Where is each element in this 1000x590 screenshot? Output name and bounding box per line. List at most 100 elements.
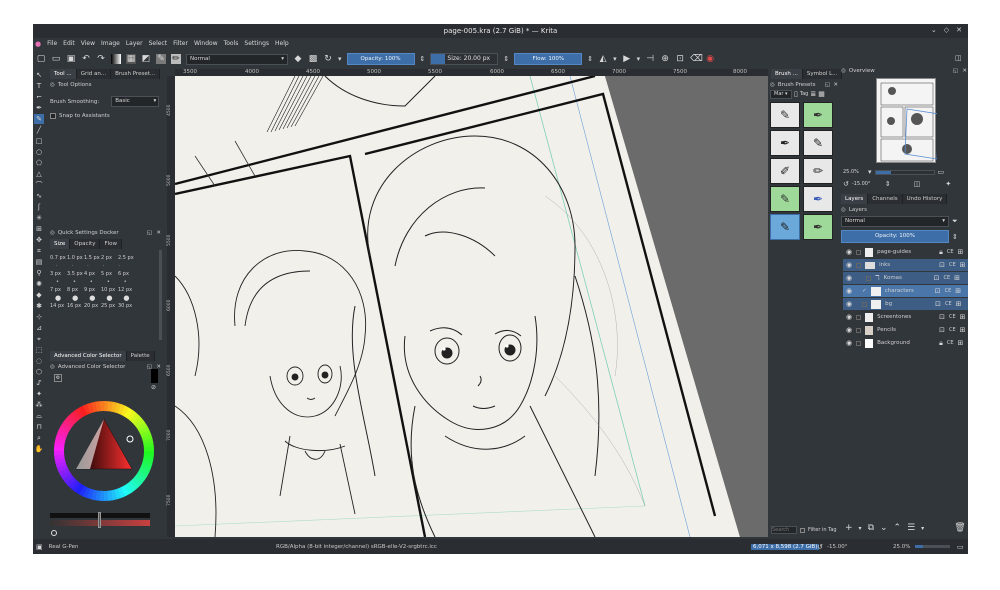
inherit-alpha-icon[interactable]: ⊞ bbox=[960, 311, 966, 323]
move-layer-down-icon[interactable]: ⌄ bbox=[880, 523, 888, 533]
opacity-slider[interactable]: Opacity: 100% bbox=[346, 53, 415, 65]
brush-preset-nib[interactable]: ✒ bbox=[803, 214, 833, 240]
stepper-icon[interactable]: ⇕ bbox=[952, 233, 958, 241]
menu-view[interactable]: View bbox=[81, 40, 95, 47]
alpha-lock-icon[interactable]: CE bbox=[947, 246, 954, 258]
value-indicator[interactable] bbox=[98, 512, 101, 528]
bezier-tool-icon[interactable]: ⌒ bbox=[34, 180, 44, 190]
alpha-lock-icon[interactable]: CE bbox=[949, 259, 956, 271]
status-zoom-slider[interactable] bbox=[915, 545, 950, 548]
freehand-path-icon[interactable]: ∿ bbox=[34, 191, 44, 201]
transform-icon[interactable]: ⊕ bbox=[660, 54, 670, 64]
scrollbar[interactable] bbox=[159, 250, 162, 340]
move-layer-up-icon[interactable]: ⌃ bbox=[894, 523, 902, 533]
flow-slider[interactable]: Flow: 100% bbox=[514, 53, 583, 65]
tab-brush-presets-docker[interactable]: Brush ... bbox=[771, 69, 803, 79]
brush-preset-pen-green[interactable]: ✒ bbox=[803, 102, 833, 128]
shade-handle[interactable] bbox=[51, 530, 57, 536]
snap-checkbox[interactable] bbox=[50, 113, 56, 119]
zoom-tool-icon[interactable]: ⌕ bbox=[34, 433, 44, 443]
tab-grid[interactable]: Grid an... bbox=[76, 69, 112, 79]
filter-icon[interactable]: ⏷ bbox=[952, 217, 958, 226]
alpha-lock-icon[interactable]: CE bbox=[945, 285, 952, 297]
brush-tag-select[interactable]: Mar ▾ bbox=[770, 89, 792, 99]
color-settings-icon[interactable]: ⚙ bbox=[54, 374, 62, 382]
layer-blend-select[interactable]: Normal ▾ bbox=[841, 216, 949, 227]
similar-select-icon[interactable]: ⁂ bbox=[34, 400, 44, 410]
alpha-lock-icon[interactable]: CE bbox=[949, 311, 956, 323]
inherit-alpha-icon[interactable]: ⊞ bbox=[954, 272, 960, 284]
visibility-icon[interactable]: ◉ bbox=[846, 324, 852, 336]
layer-row[interactable]: ◉ Pencils ⊡ CE ⊞ bbox=[843, 324, 968, 336]
size-option[interactable]: 30 px bbox=[118, 303, 135, 309]
lock-icon[interactable]: ⊡ bbox=[939, 311, 945, 323]
tab-brush-presets[interactable]: Brush Preset... bbox=[111, 69, 161, 79]
tab-channels[interactable]: Channels bbox=[868, 194, 903, 204]
stepper-icon[interactable]: ⇕ bbox=[420, 55, 426, 63]
ellipse-select-icon[interactable]: ◌ bbox=[34, 356, 44, 366]
visibility-icon[interactable]: ◉ bbox=[846, 311, 852, 323]
layer-row[interactable]: ◉ bg ⊡ CE ⊞ bbox=[843, 298, 968, 310]
size-option[interactable]: 2.5 px bbox=[118, 255, 135, 261]
brush-preset-gpen[interactable]: ✎ bbox=[803, 130, 833, 156]
float-icon[interactable]: ◱ bbox=[953, 68, 958, 74]
stepper-icon[interactable]: ⇕ bbox=[885, 180, 891, 188]
close-icon[interactable]: ✕ bbox=[156, 230, 161, 236]
freehand-select-icon[interactable]: ᔑ bbox=[34, 378, 44, 388]
layer-checkbox[interactable] bbox=[856, 262, 862, 268]
delete-layer-icon[interactable]: 🗑︎ bbox=[954, 523, 965, 533]
alpha-lock-icon[interactable]: CE bbox=[947, 337, 954, 349]
brush-preset-highlight[interactable]: ✎ bbox=[770, 186, 800, 212]
layer-row[interactable]: ◉ page-guides 🔒︎ CE ⊞ bbox=[843, 246, 968, 258]
menu-select[interactable]: Select bbox=[149, 40, 168, 47]
layer-checkbox[interactable] bbox=[856, 340, 862, 346]
rotate-icon[interactable]: ↺ bbox=[843, 180, 849, 188]
canvas-area[interactable] bbox=[175, 76, 768, 537]
visibility-icon[interactable]: ◉ bbox=[846, 272, 852, 284]
brush-editor-icon[interactable]: ✏ bbox=[171, 54, 181, 64]
overview-zoom-slider[interactable] bbox=[874, 169, 935, 175]
float-icon[interactable]: ◱ bbox=[147, 230, 152, 236]
mirror-vertical-icon[interactable]: ▶ bbox=[622, 54, 632, 64]
menu-window[interactable]: Window bbox=[194, 40, 218, 47]
bezier-select-icon[interactable]: ⌓ bbox=[34, 411, 44, 421]
monitor-icon[interactable]: ▭ bbox=[957, 543, 964, 551]
eraser-icon[interactable]: ◆ bbox=[293, 54, 303, 64]
clear-icon[interactable]: ⌫ bbox=[690, 54, 703, 64]
size-option[interactable]: 9 px bbox=[84, 287, 101, 293]
lock-icon[interactable]: ⊡ bbox=[935, 298, 941, 310]
view-grid-icon[interactable]: ▦ bbox=[818, 90, 825, 98]
menu-image[interactable]: Image bbox=[101, 40, 120, 47]
layer-checkbox[interactable] bbox=[856, 327, 862, 333]
size-option[interactable]: 2 px bbox=[101, 255, 118, 261]
preserve-alpha-icon[interactable]: ▩ bbox=[308, 54, 318, 64]
layer-row[interactable]: ◉ Screentones ⊡ CE ⊞ bbox=[843, 311, 968, 323]
overview-thumbnail[interactable] bbox=[876, 78, 940, 163]
polygon-tool-icon[interactable]: ⬠ bbox=[34, 158, 44, 168]
size-option[interactable]: 16 px bbox=[67, 303, 84, 309]
visibility-icon[interactable]: ◉ bbox=[846, 298, 852, 310]
line-tool-icon[interactable]: ╱ bbox=[34, 125, 44, 135]
record-icon[interactable]: ◉ bbox=[705, 54, 715, 64]
polyline-tool-icon[interactable]: △ bbox=[34, 169, 44, 179]
polygon-select-icon[interactable]: ⬡ bbox=[34, 367, 44, 377]
alpha-lock-icon[interactable]: CE bbox=[949, 324, 956, 336]
blend-mode-select[interactable]: Normal ▾ bbox=[186, 53, 288, 65]
brush-preset-marker[interactable]: ✏ bbox=[803, 158, 833, 184]
smoothing-select[interactable]: Basic ▾ bbox=[111, 96, 160, 107]
visibility-icon[interactable]: ◉ bbox=[846, 285, 852, 297]
contiguous-select-icon[interactable]: ✦ bbox=[34, 389, 44, 399]
brush-preset-selected[interactable]: ✎ bbox=[770, 214, 800, 240]
alpha-lock-icon[interactable]: CE bbox=[944, 272, 951, 284]
tag-icon[interactable]: ▯ bbox=[794, 90, 798, 98]
brush-status-icon[interactable]: ▣ bbox=[36, 543, 43, 551]
crop-icon[interactable]: ⊡ bbox=[675, 54, 685, 64]
swap-colors-icon[interactable]: ◩ bbox=[141, 54, 151, 64]
inherit-alpha-icon[interactable]: ⊞ bbox=[958, 246, 964, 258]
layer-row[interactable]: ◉ ℸ Komas ⊡ CE ⊞ bbox=[843, 272, 968, 284]
reference-tool-icon[interactable]: ⌖ bbox=[34, 334, 44, 344]
size-option[interactable]: 6 px bbox=[118, 271, 135, 277]
brush-preset-pencil[interactable]: ✎ bbox=[770, 102, 800, 128]
lock-icon[interactable]: ⊡ bbox=[939, 324, 945, 336]
select-shapes-icon[interactable]: ↖ bbox=[34, 70, 44, 80]
